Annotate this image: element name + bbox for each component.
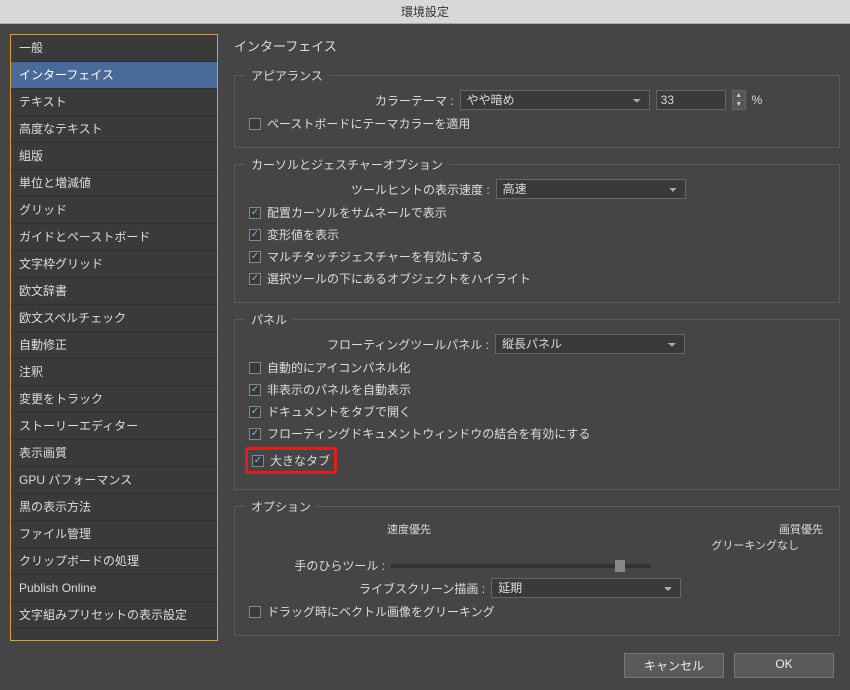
sidebar-item[interactable]: ファイル管理 bbox=[11, 521, 217, 548]
sidebar-item[interactable]: 文字組みプリセットの表示設定 bbox=[11, 602, 217, 629]
greeking-none-label: グリーキングなし bbox=[711, 537, 829, 553]
place-cursor-checkbox[interactable] bbox=[249, 207, 261, 219]
sidebar-item[interactable]: インターフェイス bbox=[11, 62, 217, 89]
group-panel-label: パネル bbox=[245, 311, 293, 328]
pasteboard-theme-checkbox[interactable] bbox=[249, 118, 261, 130]
group-cursor-label: カーソルとジェスチャーオプション bbox=[245, 156, 449, 173]
theme-percent-input[interactable] bbox=[656, 90, 726, 110]
sidebar-item[interactable]: 一般 bbox=[11, 35, 217, 62]
window-title: 環境設定 bbox=[401, 3, 449, 20]
page-title: インターフェイス bbox=[234, 34, 840, 59]
large-tab-checkbox[interactable] bbox=[252, 455, 264, 467]
multitouch-checkbox[interactable] bbox=[249, 251, 261, 263]
highlight-label: 選択ツールの下にあるオブジェクトをハイライト bbox=[267, 270, 531, 287]
large-tab-highlight: 大きなタブ bbox=[245, 447, 337, 474]
transforms-label: 変形値を表示 bbox=[267, 226, 339, 243]
group-panel: パネル フローティングツールパネル : 縦長パネル 自動的にアイコンパネル化 非… bbox=[234, 319, 840, 490]
hand-tool-slider[interactable] bbox=[391, 564, 651, 568]
multitouch-label: マルチタッチジェスチャーを有効にする bbox=[267, 248, 483, 265]
group-options: オプション 速度優先 画質優先 グリーキングなし 手のひらツール : bbox=[234, 506, 840, 636]
color-theme-select[interactable]: やや暗め bbox=[460, 90, 650, 110]
group-appearance-label: アピアランス bbox=[245, 67, 329, 84]
combine-label: フローティングドキュメントウィンドウの結合を有効にする bbox=[267, 425, 590, 442]
ok-button[interactable]: OK bbox=[734, 653, 834, 678]
sidebar-item[interactable]: 黒の表示方法 bbox=[11, 494, 217, 521]
auto-show-label: 非表示のパネルを自動表示 bbox=[267, 381, 411, 398]
vector-greek-label: ドラッグ時にベクトル画像をグリーキング bbox=[267, 603, 495, 620]
sidebar-item[interactable]: クリップボードの処理 bbox=[11, 548, 217, 575]
place-cursor-label: 配置カーソルをサムネールで表示 bbox=[267, 204, 447, 221]
highlight-checkbox[interactable] bbox=[249, 273, 261, 285]
tooltip-speed-label: ツールヒントの表示速度 : bbox=[351, 181, 490, 198]
sidebar-item[interactable]: 欧文スペルチェック bbox=[11, 305, 217, 332]
sidebar-item[interactable]: 変更をトラック bbox=[11, 386, 217, 413]
color-theme-label: カラーテーマ : bbox=[375, 92, 454, 109]
pasteboard-theme-label: ペーストボードにテーマカラーを適用 bbox=[267, 115, 470, 132]
large-tab-label: 大きなタブ bbox=[270, 452, 330, 469]
live-screen-label: ライブスクリーン描画 : bbox=[359, 580, 485, 597]
sidebar-item[interactable]: Publish Online bbox=[11, 575, 217, 602]
sidebar-item[interactable]: 単位と増減値 bbox=[11, 170, 217, 197]
content-area: 一般インターフェイステキスト高度なテキスト組版単位と増減値グリッドガイドとペース… bbox=[0, 24, 850, 645]
auto-icon-checkbox[interactable] bbox=[249, 362, 261, 374]
sidebar-item[interactable]: 注釈 bbox=[11, 359, 217, 386]
sidebar: 一般インターフェイステキスト高度なテキスト組版単位と増減値グリッドガイドとペース… bbox=[10, 34, 218, 641]
sidebar-item[interactable]: 欧文辞書 bbox=[11, 278, 217, 305]
auto-icon-label: 自動的にアイコンパネル化 bbox=[267, 359, 410, 376]
combine-checkbox[interactable] bbox=[249, 428, 261, 440]
group-options-label: オプション bbox=[245, 498, 317, 515]
sidebar-item[interactable]: ストーリーエディター bbox=[11, 413, 217, 440]
percent-suffix: % bbox=[752, 93, 763, 107]
floating-panel-select[interactable]: 縦長パネル bbox=[495, 334, 685, 354]
sidebar-item[interactable]: 文字枠グリッド bbox=[11, 251, 217, 278]
floating-panel-label: フローティングツールパネル : bbox=[327, 336, 489, 353]
slider-handle[interactable] bbox=[615, 560, 625, 572]
sidebar-item[interactable]: 組版 bbox=[11, 143, 217, 170]
footer: キャンセル OK bbox=[0, 645, 850, 690]
group-appearance: アピアランス カラーテーマ : やや暗め ▲▼ % ペーストボードにテーマカラー… bbox=[234, 75, 840, 148]
speed-priority-label: 速度優先 bbox=[381, 521, 437, 537]
quality-priority-label: 画質優先 bbox=[773, 521, 829, 537]
sidebar-item[interactable]: 自動修正 bbox=[11, 332, 217, 359]
vector-greek-checkbox[interactable] bbox=[249, 606, 261, 618]
group-cursor: カーソルとジェスチャーオプション ツールヒントの表示速度 : 高速 配置カーソル… bbox=[234, 164, 840, 303]
open-tab-label: ドキュメントをタブで開く bbox=[267, 403, 411, 420]
transforms-checkbox[interactable] bbox=[249, 229, 261, 241]
sidebar-item[interactable]: 表示画質 bbox=[11, 440, 217, 467]
sidebar-item[interactable]: GPU パフォーマンス bbox=[11, 467, 217, 494]
hand-tool-label: 手のひらツール : bbox=[285, 557, 385, 574]
sidebar-item[interactable]: ガイドとペーストボード bbox=[11, 224, 217, 251]
auto-show-checkbox[interactable] bbox=[249, 384, 261, 396]
percent-spinner[interactable]: ▲▼ bbox=[732, 90, 746, 110]
live-screen-select[interactable]: 延期 bbox=[491, 578, 681, 598]
sidebar-item[interactable]: グリッド bbox=[11, 197, 217, 224]
sidebar-item[interactable]: 高度なテキスト bbox=[11, 116, 217, 143]
preferences-window: 環境設定 一般インターフェイステキスト高度なテキスト組版単位と増減値グリッドガイ… bbox=[0, 0, 850, 690]
sidebar-item[interactable]: テキスト bbox=[11, 89, 217, 116]
tooltip-speed-select[interactable]: 高速 bbox=[496, 179, 686, 199]
titlebar: 環境設定 bbox=[0, 0, 850, 24]
main-panel: インターフェイス アピアランス カラーテーマ : やや暗め ▲▼ % ペーストボ… bbox=[234, 34, 840, 641]
cancel-button[interactable]: キャンセル bbox=[624, 653, 724, 678]
open-tab-checkbox[interactable] bbox=[249, 406, 261, 418]
